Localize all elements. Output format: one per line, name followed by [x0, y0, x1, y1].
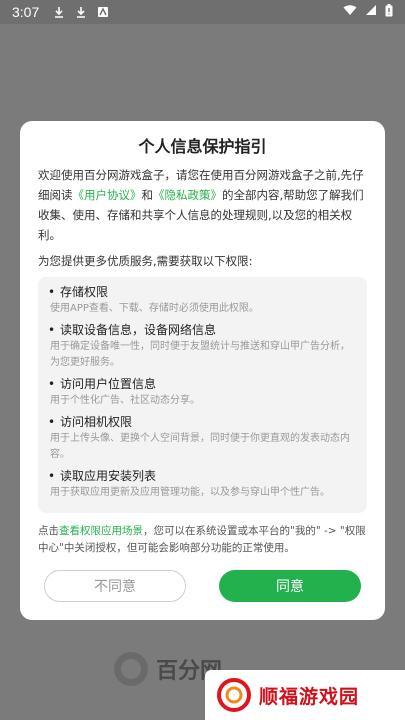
bullet-icon: • [48, 377, 56, 391]
bullet-icon: • [48, 323, 56, 337]
permission-title: 访问相机权限 [60, 415, 133, 429]
privacy-policy-link[interactable]: 《隐私政策》 [153, 188, 222, 202]
permissions-list: • 存储权限 使用APP查看、下载、存储时必须使用此权限。 • 读取设备信息，设备网… [38, 277, 367, 513]
permission-scenarios-link[interactable]: 查看权限应用场景 [59, 525, 143, 537]
permission-item: • 存储权限 使用APP查看、下载、存储时必须使用此权限。 [48, 283, 357, 317]
watermark-logo-icon [217, 678, 251, 712]
permission-title: 读取应用安装列表 [60, 469, 157, 483]
permission-item: • 读取设备信息，设备网络信息 用于确定设备唯一性，同时便于友盟统计与推送和穿山甲… [48, 321, 357, 371]
bullet-icon: • [48, 469, 56, 483]
battery-icon [385, 3, 393, 21]
logo-icon [114, 652, 148, 686]
footer-note: 点击查看权限应用场景，您可以在系统设置或本平台的"我的" -> "权限中心"中关… [38, 525, 366, 554]
agree-button[interactable]: 同意 [219, 570, 361, 602]
permission-desc: 使用APP查看、下载、存储时必须使用此权限。 [50, 303, 259, 314]
watermark: 顺福游戏园 [205, 670, 405, 720]
status-time: 3:07 [12, 4, 40, 20]
bullet-icon: • [48, 415, 56, 429]
permission-desc: 用于获取应用更新及应用管理功能，以及参与穿山甲个性广告。 [50, 487, 330, 498]
download-icon [53, 6, 65, 18]
dialog-intro: 欢迎使用百分网游戏盒子，请您在使用百分网游戏盒子之前,先仔细阅读《用户协议》和《… [38, 168, 364, 242]
permission-desc: 用于确定设备唯一性，同时便于友盟统计与推送和穿山甲广告分析，为您更好服务。 [50, 341, 350, 368]
permission-title: 存储权限 [60, 285, 109, 299]
signal-icon [365, 4, 377, 20]
permission-item: • 访问用户位置信息 用于个性化广告、社区动态分享。 [48, 375, 357, 409]
user-agreement-link[interactable]: 《用户协议》 [73, 188, 142, 202]
permission-item: • 访问相机权限 用于上传头像、更换个人空间背景，同时便于你更直观的发表动态内容。 [48, 413, 357, 463]
privacy-dialog: 个人信息保护指引 欢迎使用百分网游戏盒子，请您在使用百分网游戏盒子之前,先仔细阅… [20, 121, 385, 620]
permission-desc: 用于上传头像、更换个人空间背景，同时便于你更直观的发表动态内容。 [50, 433, 350, 460]
permissions-subtitle: 为您提供更多优质服务,需要获取以下权限: [38, 254, 253, 268]
app-notification-icon [97, 6, 109, 18]
permission-title: 访问用户位置信息 [60, 377, 157, 391]
bullet-icon: • [48, 285, 56, 299]
wifi-icon [343, 4, 357, 20]
dialog-buttons: 不同意 同意 [44, 570, 361, 602]
permission-item: • 读取应用安装列表 用于获取应用更新及应用管理功能，以及参与穿山甲个性广告。 [48, 467, 357, 501]
permission-desc: 用于个性化广告、社区动态分享。 [50, 395, 200, 406]
download-icon [75, 6, 87, 18]
disagree-button[interactable]: 不同意 [44, 570, 186, 602]
dialog-title: 个人信息保护指引 [138, 137, 267, 156]
permission-title: 读取设备信息，设备网络信息 [60, 323, 217, 337]
watermark-text: 顺福游戏园 [259, 685, 360, 708]
status-bar: 3:07 [0, 0, 405, 24]
